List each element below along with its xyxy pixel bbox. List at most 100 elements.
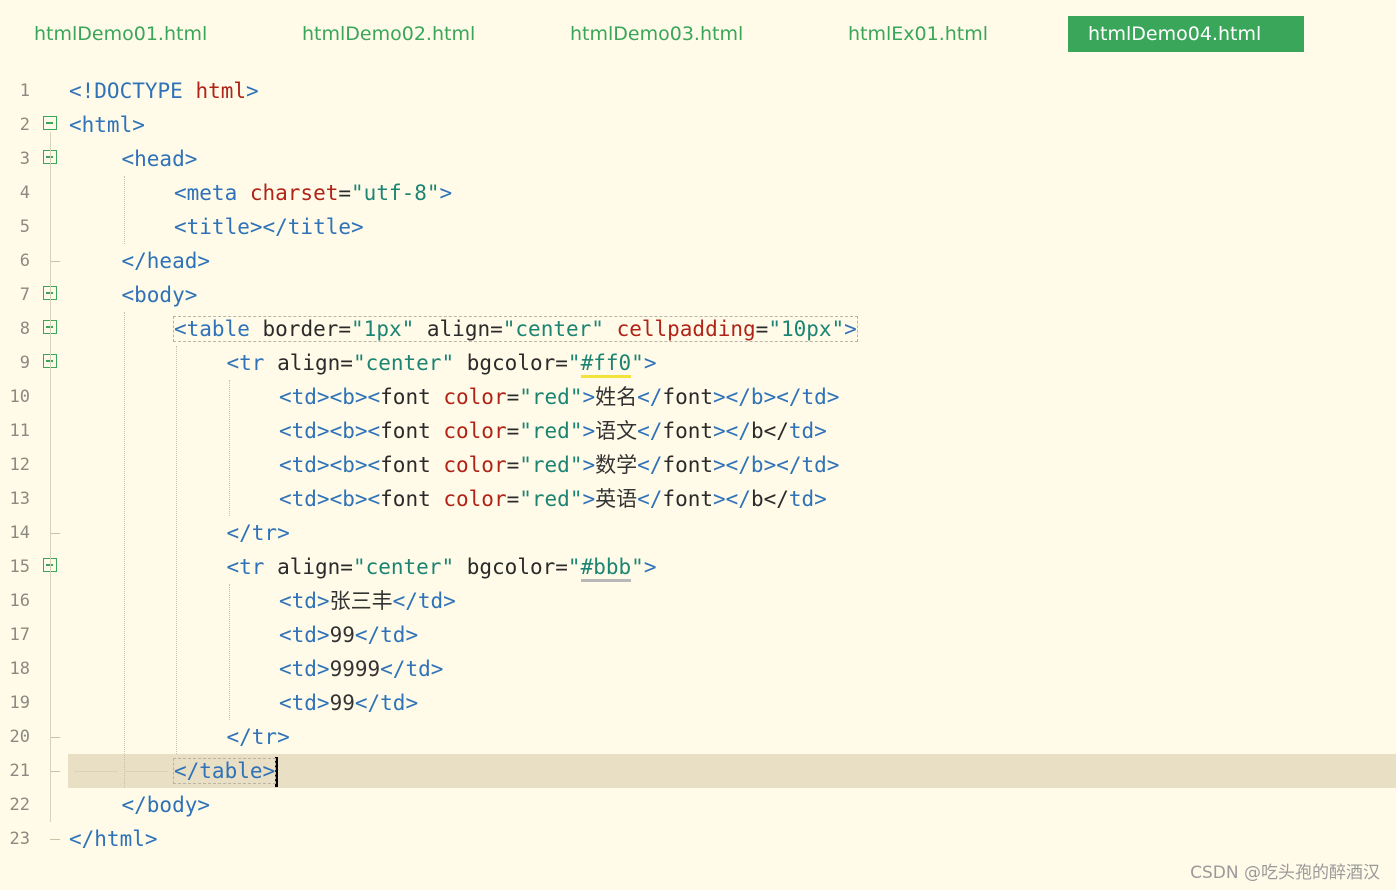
code-token: > <box>643 555 657 579</box>
code-token: > <box>844 317 857 341</box>
code-token: > <box>439 181 453 205</box>
code-tokens: <td>张三丰</td> <box>279 589 456 613</box>
tab-htmlex01[interactable]: htmlEx01.html <box>848 16 988 52</box>
tab-htmldemo04-active[interactable]: htmlDemo04.html <box>1068 16 1304 52</box>
code-line[interactable]: 6 </head> <box>0 244 1396 278</box>
code-text: </html> <box>69 822 158 856</box>
code-token: 数学 <box>595 453 638 477</box>
tab-htmldemo03[interactable]: htmlDemo03.html <box>570 16 743 52</box>
code-token: > <box>582 419 596 443</box>
code-token: "center" <box>352 555 455 579</box>
line-number: 20 <box>9 727 30 747</box>
line-number: 1 <box>19 81 30 101</box>
code-tokens: <tr align="center" bgcolor="#ff0"> <box>226 351 656 378</box>
fold-gutter-line <box>50 132 51 822</box>
code-line[interactable]: 21 </table> <box>0 754 1396 788</box>
code-token: "10px" <box>768 317 845 341</box>
code-tokens: <td>99</td> <box>279 691 418 715</box>
tab-htmldemo01[interactable]: htmlDemo01.html <box>34 16 207 52</box>
code-line[interactable]: 18 <td>9999</td> <box>0 652 1396 686</box>
line-number: 12 <box>9 455 30 475</box>
matched-tag-box: </table> <box>172 758 277 784</box>
code-token: "red" <box>519 453 583 477</box>
indent-guide <box>228 380 230 516</box>
matched-tag-box: <table border="1px" align="center" cellp… <box>173 316 858 342</box>
code-tokens: <td><b><font color="red">英语</font></b</t… <box>279 487 827 511</box>
fold-collapse-icon[interactable] <box>43 116 57 130</box>
code-line[interactable]: 13 <td><b><font color="red">英语</font></b<… <box>0 482 1396 516</box>
code-token: ></ <box>713 487 751 511</box>
line-number: 7 <box>19 285 30 305</box>
indent-guide <box>123 176 125 244</box>
code-line[interactable]: 20 </tr> <box>0 720 1396 754</box>
code-tokens: <!DOCTYPE html> <box>69 79 259 103</box>
code-editor[interactable]: 1 <!DOCTYPE html> 2 <html> 3 <head> 4 <meta cha… <box>0 74 1396 856</box>
line-number: 23 <box>9 829 30 849</box>
code-token: <td> <box>279 623 330 647</box>
code-line[interactable]: 4 <meta charset="utf-8"> <box>0 176 1396 210</box>
code-line[interactable]: 11 <td><b><font color="red">语文</font></b<… <box>0 414 1396 448</box>
line-number: 8 <box>19 319 30 339</box>
code-line[interactable]: 19 <td>99</td> <box>0 686 1396 720</box>
line-number: 13 <box>9 489 30 509</box>
line-number: 6 <box>19 251 30 271</box>
code-token: color <box>443 487 507 511</box>
code-token: <td> <box>279 589 330 613</box>
line-number: 11 <box>9 421 30 441</box>
code-tokens: <meta charset="utf-8"> <box>174 181 452 205</box>
code-token: "utf-8" <box>351 181 440 205</box>
code-line[interactable]: 15 <tr align="center" bgcolor="#bbb"> <box>0 550 1396 584</box>
code-token: align <box>277 351 341 375</box>
code-line[interactable]: 16 <td>张三丰</td> <box>0 584 1396 618</box>
code-line[interactable]: 14 </tr> <box>0 516 1396 550</box>
code-line[interactable]: 10 <td><b><font color="red">姓名</font></b>… <box>0 380 1396 414</box>
code-tokens: <td>99</td> <box>279 623 418 647</box>
code-text: <td><b><font color="red">语文</font></b</t… <box>279 414 827 448</box>
code-line[interactable]: 3 <head> <box>0 142 1396 176</box>
code-token: = <box>555 555 568 579</box>
code-line[interactable]: 23 </html> <box>0 822 1396 856</box>
fold-end-marker <box>50 822 60 840</box>
code-token: </ <box>637 487 663 511</box>
code-line[interactable]: 22 </body> <box>0 788 1396 822</box>
line-number: 5 <box>19 217 30 237</box>
code-token: = <box>338 181 352 205</box>
code-token: align <box>277 555 341 579</box>
code-text: <td><b><font color="red">姓名</font></b></… <box>279 380 839 414</box>
code-line[interactable]: 12 <td><b><font color="red">数学</font></b>… <box>0 448 1396 482</box>
code-token: <title></title> <box>174 215 364 239</box>
text-cursor <box>275 757 279 787</box>
code-token: " <box>567 351 581 375</box>
code-line[interactable]: 7 <body> <box>0 278 1396 312</box>
code-token: <!DOCTYPE <box>69 79 196 103</box>
code-token: font <box>380 419 444 443</box>
code-text: <td>99</td> <box>279 686 418 720</box>
code-token: " <box>631 555 644 579</box>
code-token: " <box>567 555 581 579</box>
code-token: <html> <box>69 113 145 137</box>
code-token: 英语 <box>595 487 638 511</box>
code-token: = <box>555 351 568 375</box>
code-tokens: <head> <box>122 147 198 171</box>
code-tokens: <tr align="center" bgcolor="#bbb"> <box>227 555 657 582</box>
code-line[interactable]: 5 <title></title> <box>0 210 1396 244</box>
code-text: <tr align="center" bgcolor="#ff0"> <box>226 346 656 380</box>
code-token: "red" <box>519 419 583 443</box>
code-token: "red" <box>519 487 583 511</box>
code-line[interactable]: 1 <!DOCTYPE html> <box>0 74 1396 108</box>
code-line[interactable]: 8 <table border="1px" align="center" cell… <box>0 312 1396 346</box>
code-line[interactable]: 17 <td>99</td> <box>0 618 1396 652</box>
line-number: 9 <box>19 353 30 373</box>
code-tokens: </tr> <box>227 725 290 749</box>
code-token: > <box>582 487 596 511</box>
code-line[interactable]: 9 <tr align="center" bgcolor="#ff0"> <box>0 346 1396 380</box>
code-token: <body> <box>121 283 198 307</box>
code-token: align <box>414 317 491 341</box>
code-token: </head> <box>121 249 211 273</box>
code-token: <tr <box>226 351 278 375</box>
code-token: </body> <box>121 793 211 817</box>
code-token: = <box>340 351 353 375</box>
tab-htmldemo02[interactable]: htmlDemo02.html <box>302 16 475 52</box>
code-line[interactable]: 2 <html> <box>0 108 1396 142</box>
code-token: > <box>582 385 596 409</box>
